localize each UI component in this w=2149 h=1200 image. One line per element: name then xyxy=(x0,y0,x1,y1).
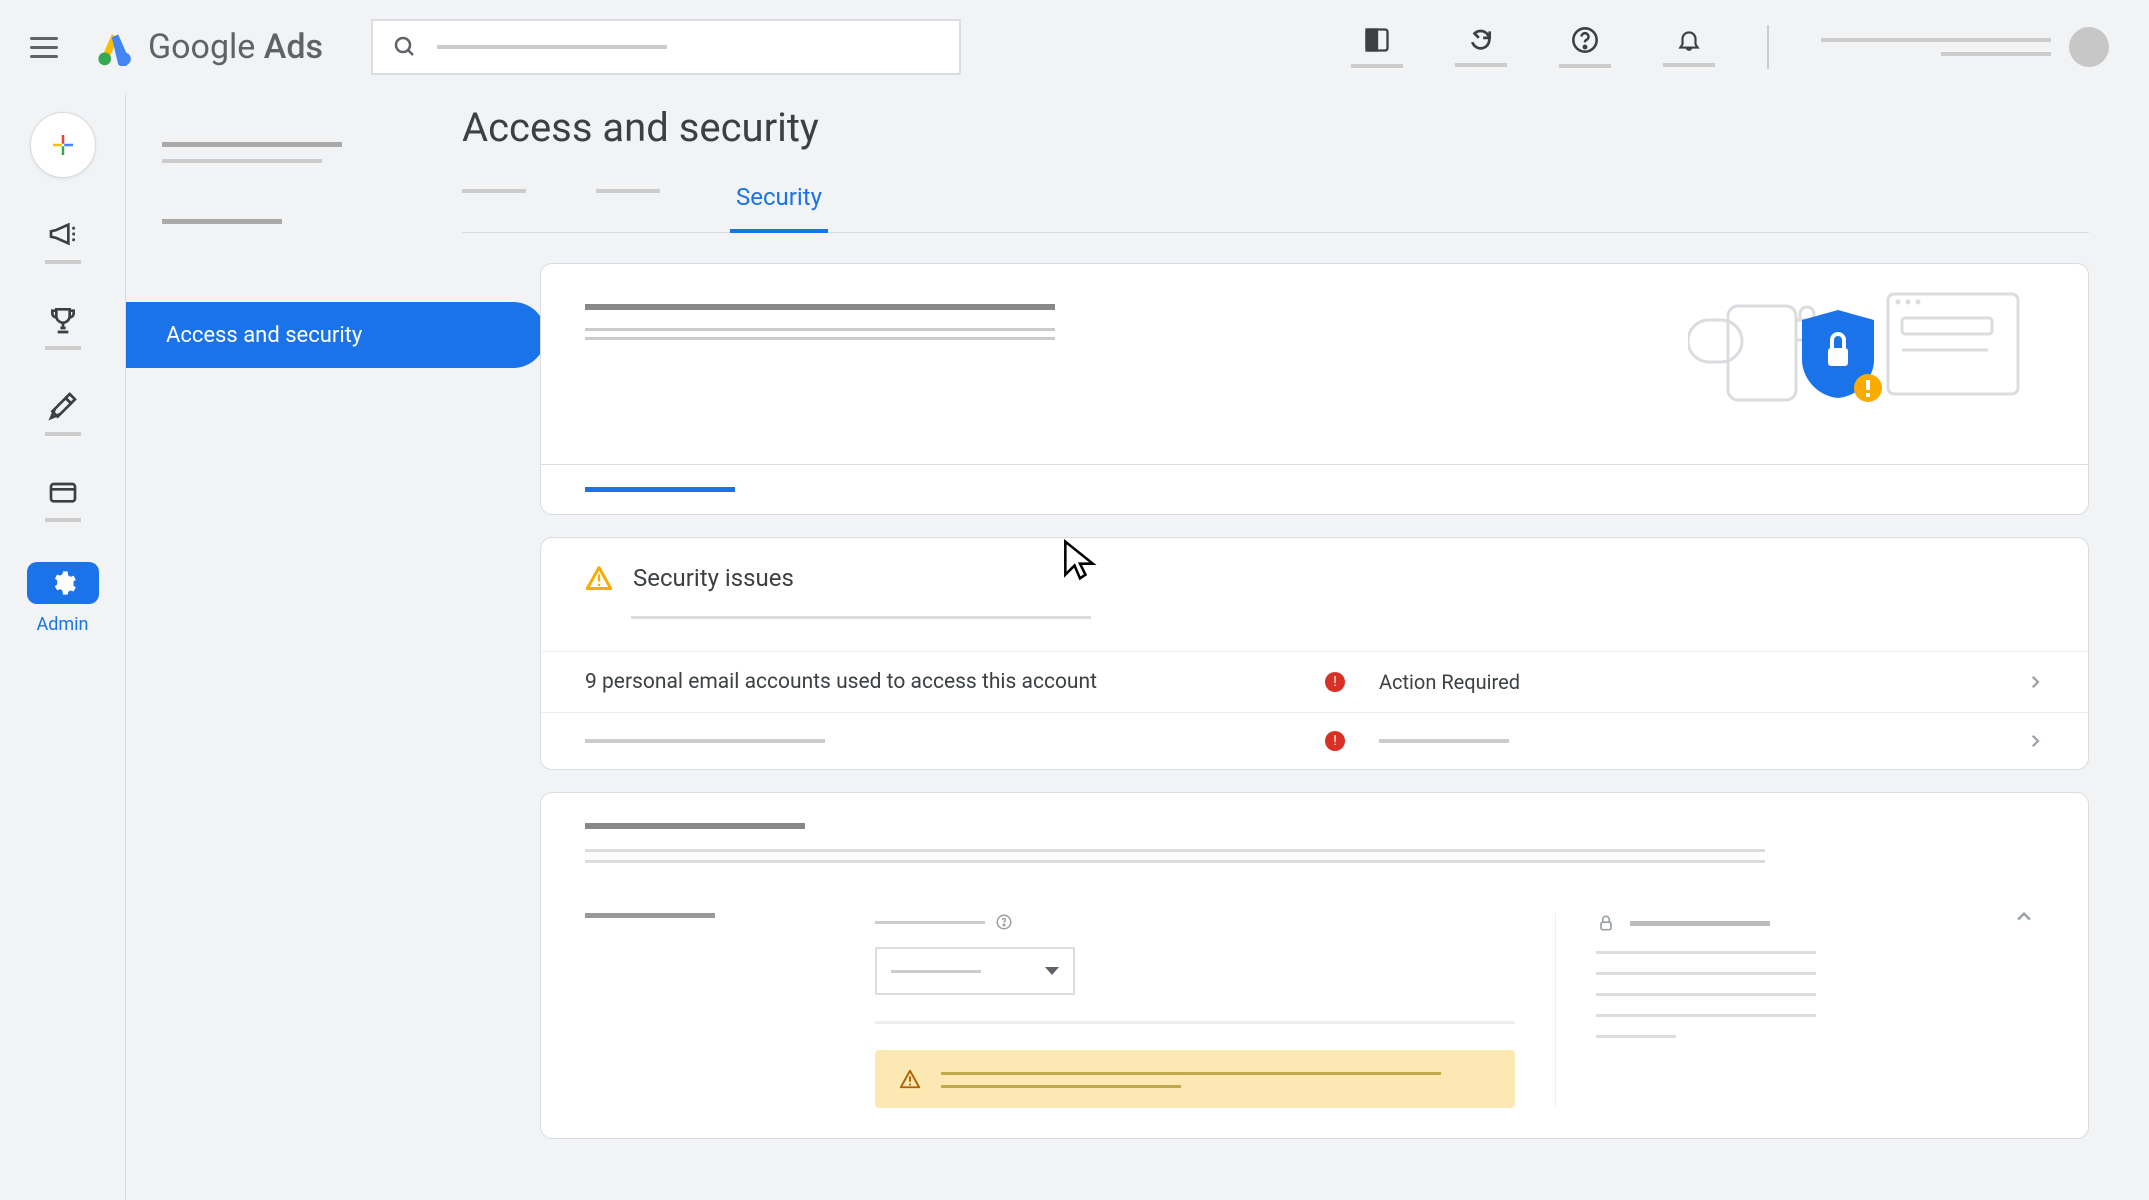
issue-description: 9 personal email accounts used to access… xyxy=(585,670,1305,694)
nav-item-placeholder[interactable] xyxy=(162,219,282,224)
chevron-down-icon xyxy=(1045,967,1059,975)
divider xyxy=(1767,25,1769,69)
setting-label xyxy=(585,913,835,1108)
issue-status-placeholder xyxy=(1379,739,1509,743)
rail-item-admin[interactable]: Admin xyxy=(27,562,99,635)
security-issues-title: Security issues xyxy=(633,564,794,592)
card-title-placeholder xyxy=(585,823,805,829)
rail-item-goals[interactable] xyxy=(45,304,81,350)
card-icon xyxy=(47,476,79,508)
refresh-icon xyxy=(1468,27,1494,53)
link-placeholder xyxy=(585,487,735,492)
card-desc-placeholder xyxy=(585,860,1765,863)
tools-icon xyxy=(47,390,79,422)
google-ads-logo-icon xyxy=(96,28,134,66)
help-icon[interactable] xyxy=(995,913,1013,931)
bell-icon xyxy=(1676,27,1702,53)
rail-item-billing[interactable] xyxy=(45,476,81,522)
plus-icon xyxy=(48,130,78,160)
warning-triangle-icon xyxy=(585,564,613,592)
warning-triangle-icon xyxy=(899,1068,921,1090)
app-header: Google Ads xyxy=(0,0,2149,94)
security-issue-row[interactable]: 9 personal email accounts used to access… xyxy=(541,651,2088,712)
card-desc-placeholder xyxy=(585,849,1765,852)
menu-icon[interactable] xyxy=(30,29,66,65)
security-issue-row[interactable]: ! xyxy=(541,712,2088,769)
chevron-right-icon xyxy=(2026,673,2044,691)
header-actions xyxy=(1351,25,2109,69)
search-placeholder-line xyxy=(437,45,667,49)
create-button[interactable] xyxy=(30,112,96,178)
avatar[interactable] xyxy=(2069,27,2109,67)
security-overview-card xyxy=(540,263,2089,515)
trophy-icon xyxy=(47,304,79,336)
placeholder-line xyxy=(875,1021,1515,1024)
account-switcher[interactable] xyxy=(1821,27,2109,67)
overview-card-action[interactable] xyxy=(541,464,2088,514)
allowed-domains-select[interactable] xyxy=(875,947,1075,995)
product-name: Google Ads xyxy=(148,27,323,67)
tab-placeholder[interactable] xyxy=(596,189,660,193)
page-title: Access and security xyxy=(462,104,2089,151)
rail-item-tools[interactable] xyxy=(45,390,81,436)
issue-description-placeholder xyxy=(585,739,825,743)
refresh-button[interactable] xyxy=(1455,27,1507,67)
main-content: Access and security Security xyxy=(446,104,2119,1200)
lock-icon xyxy=(1596,913,1616,933)
help-button[interactable] xyxy=(1559,26,1611,68)
product-logo[interactable]: Google Ads xyxy=(96,27,323,67)
search-icon xyxy=(393,35,417,59)
settings-card xyxy=(540,792,2089,1139)
gear-icon xyxy=(49,569,77,597)
tabs: Security xyxy=(462,173,2089,233)
notifications-button[interactable] xyxy=(1663,27,1715,67)
secondary-nav: Access and security xyxy=(126,94,446,1200)
left-rail: Admin xyxy=(0,94,126,1200)
appearance-button[interactable] xyxy=(1351,26,1403,68)
rail-label-admin: Admin xyxy=(37,614,89,635)
nav-item-placeholder[interactable] xyxy=(162,142,342,147)
help-icon xyxy=(1571,26,1599,54)
select-value-placeholder xyxy=(891,970,981,973)
error-icon: ! xyxy=(1325,672,1345,692)
rail-item-campaigns[interactable] xyxy=(45,218,81,264)
warning-callout xyxy=(875,1050,1515,1108)
chevron-up-icon[interactable] xyxy=(2014,907,2034,927)
nav-item-placeholder[interactable] xyxy=(162,159,322,163)
info-panel xyxy=(1555,913,2044,1108)
security-issues-card: Security issues 9 personal email account… xyxy=(540,537,2089,770)
search-input[interactable] xyxy=(371,19,961,75)
security-shield-illustration xyxy=(1688,280,2028,420)
chevron-right-icon xyxy=(2026,732,2044,750)
select-label xyxy=(875,913,1515,931)
appearance-icon xyxy=(1363,26,1391,54)
tab-security[interactable]: Security xyxy=(730,173,828,233)
issue-status: Action Required xyxy=(1379,670,1520,694)
error-icon: ! xyxy=(1325,731,1345,751)
megaphone-icon xyxy=(47,218,79,250)
subtitle-placeholder xyxy=(631,616,1091,619)
tab-placeholder[interactable] xyxy=(462,189,526,193)
